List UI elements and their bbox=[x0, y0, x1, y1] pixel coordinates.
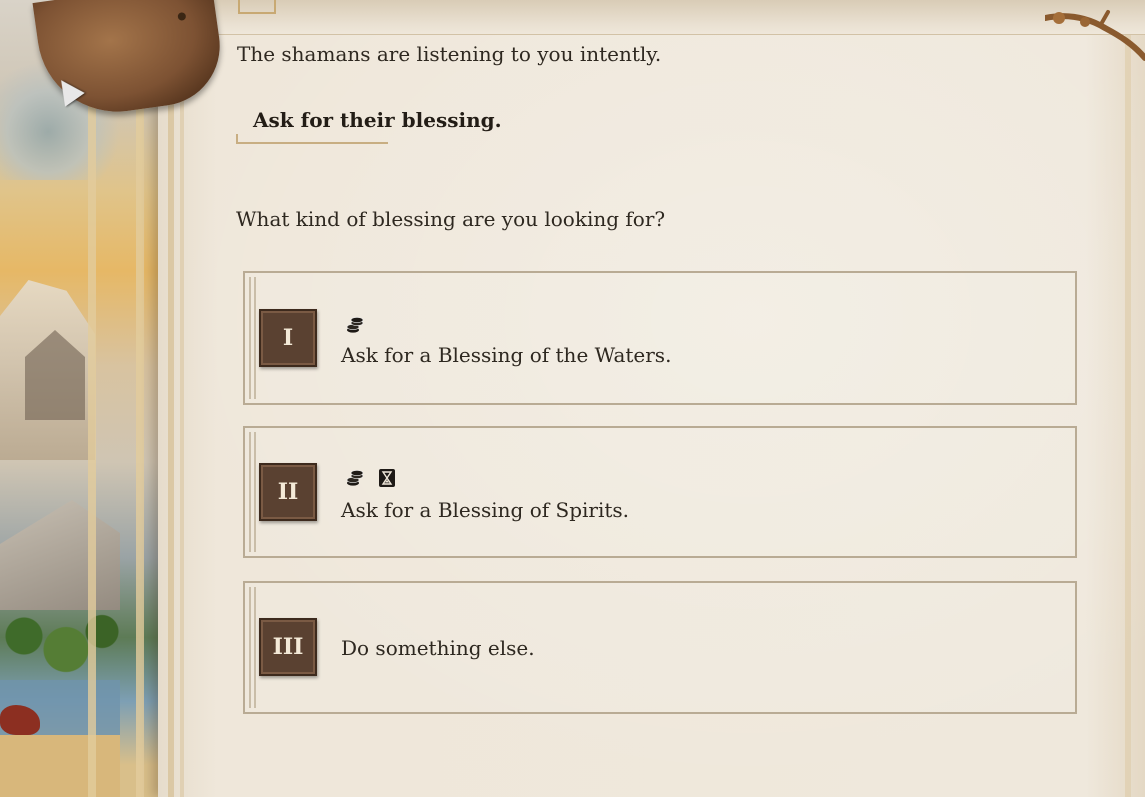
scroll-top-band bbox=[200, 0, 1145, 35]
option-numeral: III bbox=[259, 618, 317, 676]
scenic-artwork bbox=[0, 0, 170, 797]
choice-bracket bbox=[236, 134, 388, 144]
option-do-something-else[interactable]: III Do something else. bbox=[243, 581, 1077, 714]
hourglass-icon bbox=[379, 469, 395, 487]
option-text: Ask for a Blessing of Spirits. bbox=[341, 498, 630, 522]
option-numeral: II bbox=[259, 463, 317, 521]
dialog-intro-text: The shamans are listening to you intentl… bbox=[237, 42, 662, 66]
option-numeral: I bbox=[259, 309, 317, 367]
option-blessing-waters[interactable]: I Ask for a Blessing of the Waters. bbox=[243, 271, 1077, 405]
option-blessing-spirits[interactable]: II Ask for a Blessing of Spirits. bbox=[243, 426, 1077, 558]
coins-icon bbox=[346, 317, 364, 333]
dialog-question: What kind of blessing are you looking fo… bbox=[236, 207, 666, 231]
branch-ornament-icon bbox=[1045, 10, 1145, 61]
ornament-icon bbox=[238, 0, 276, 14]
option-text: Do something else. bbox=[341, 636, 535, 660]
previous-choice-text: Ask for their blessing. bbox=[253, 108, 502, 132]
option-text: Ask for a Blessing of the Waters. bbox=[341, 343, 672, 367]
coins-icon bbox=[346, 470, 364, 486]
